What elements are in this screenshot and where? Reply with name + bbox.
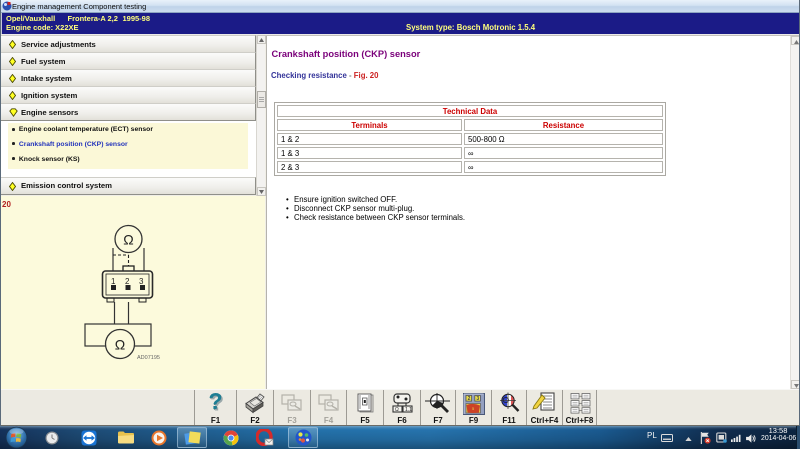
svg-text:2: 2: [125, 277, 130, 286]
svg-text:1: 1: [111, 277, 116, 286]
svg-text:1.1: 1.1: [405, 407, 412, 413]
svg-text:3: 3: [476, 396, 479, 402]
svg-text:AD07195: AD07195: [137, 355, 160, 361]
svg-text:Ω: Ω: [115, 337, 125, 353]
svg-text:2: 2: [467, 396, 470, 402]
svg-text:3: 3: [139, 277, 144, 286]
svg-text:Ω: Ω: [123, 232, 133, 248]
svg-text:Ω: Ω: [395, 407, 399, 413]
